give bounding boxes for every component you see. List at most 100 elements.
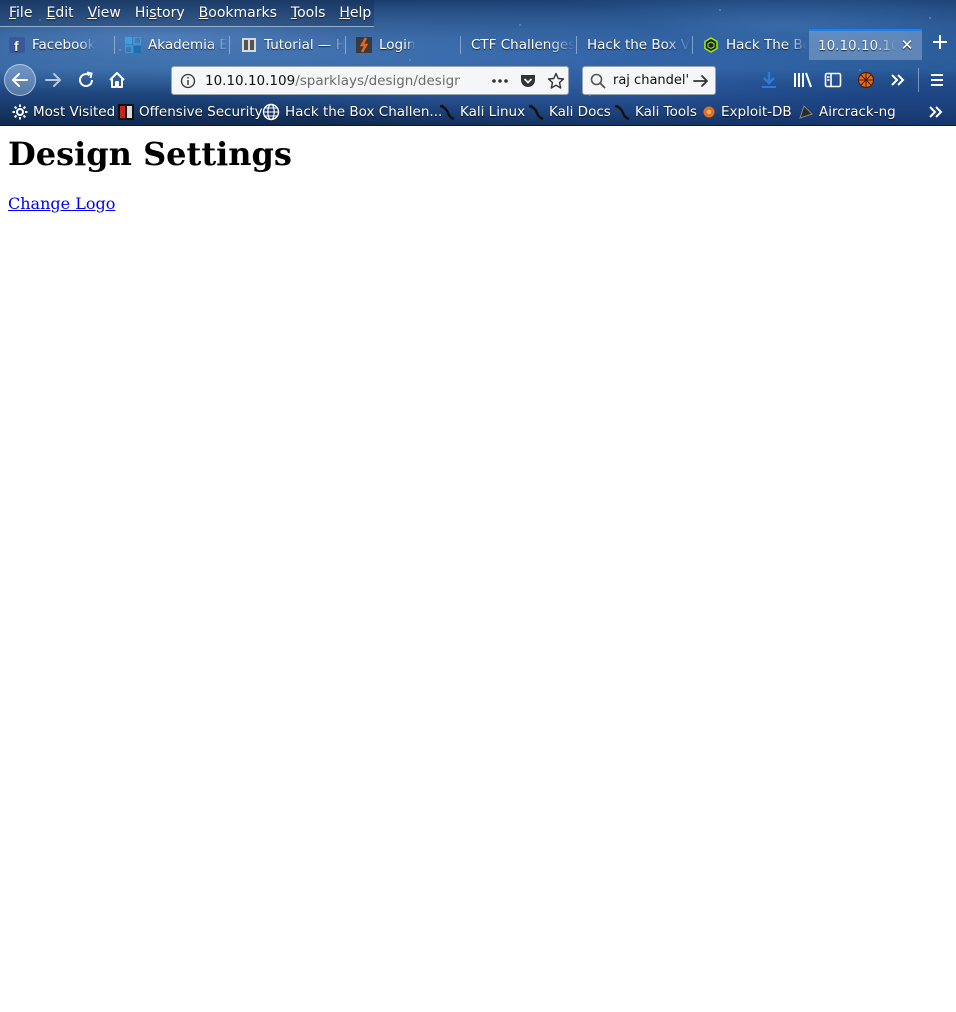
svg-text:f: f [14, 38, 19, 53]
tab-divider [229, 36, 230, 54]
bookmark-kali-docs[interactable]: Kali Docs [528, 102, 611, 122]
navigation-toolbar: 10.10.10.109/sparklays/design/design.ht … [0, 62, 956, 98]
tab-divider [345, 36, 346, 54]
tab-divider [692, 36, 693, 54]
bookmark-label: Hack the Box Challen... [285, 104, 443, 120]
page-actions-icon[interactable] [491, 73, 509, 93]
menu-view[interactable]: View [81, 5, 128, 21]
tab-hack-the-box[interactable]: Hack The Bo [694, 29, 807, 60]
bookmark-label: Kali Tools [635, 104, 697, 120]
tab-hack-the-box-v[interactable]: Hack the Box V [578, 29, 692, 60]
url-path: /sparklays/design/design.ht [295, 73, 460, 89]
bookmark-offensive-security[interactable]: Offensive Security [118, 102, 263, 122]
reload-icon [79, 71, 94, 88]
toolbar-divider [918, 68, 919, 92]
tab-tutorial[interactable]: Tutorial — H [232, 29, 345, 60]
login-site-icon [356, 36, 372, 53]
bookmark-hack-the-box-challenges[interactable]: Hack the Box Challen... [262, 102, 442, 122]
url-text[interactable]: 10.10.10.109/sparklays/design/design.ht [205, 73, 460, 89]
tab-strip: f Facebook Akademia E Tutorial — H Login [0, 29, 956, 60]
extension-icon [857, 71, 875, 89]
akademia-icon [124, 35, 142, 54]
tab-label: Hack the Box V [587, 36, 691, 53]
browser-chrome: File Edit View History Bookmarks Tools H… [0, 0, 956, 126]
gear-icon [12, 104, 28, 120]
back-button[interactable] [4, 64, 36, 96]
tab-current-page[interactable]: 10.10.10.10 ✕ [809, 29, 922, 60]
main-menu-button[interactable] [922, 65, 952, 95]
search-icon [590, 73, 606, 93]
bookmark-aircrack-ng[interactable]: Aircrack-ng [798, 102, 896, 122]
menu-history[interactable]: History [128, 5, 192, 21]
chevron-double-right-icon [891, 74, 905, 86]
tab-label: Hack The Bo [726, 36, 807, 53]
exploit-db-icon [703, 106, 715, 118]
aircrack-icon [799, 105, 813, 119]
tab-label: CTF Challenges [471, 36, 576, 53]
address-bar[interactable]: 10.10.10.109/sparklays/design/design.ht [171, 66, 569, 95]
tab-label: 10.10.10.10 [818, 37, 896, 54]
tab-label: Login [379, 36, 416, 53]
new-tab-button[interactable] [928, 31, 952, 57]
tab-akademia[interactable]: Akademia E [116, 29, 229, 60]
plus-icon [933, 35, 947, 49]
menu-file[interactable]: File [2, 5, 39, 21]
kali-dragon-icon [439, 104, 455, 120]
tab-divider [114, 36, 115, 54]
arrow-left-icon [12, 73, 28, 87]
book-icon [241, 37, 257, 53]
bookmark-kali-linux[interactable]: Kali Linux [439, 102, 525, 122]
bookmark-label: Kali Docs [549, 104, 611, 120]
bookmark-most-visited[interactable]: Most Visited [12, 102, 115, 122]
bookmark-exploit-db[interactable]: Exploit-DB [702, 102, 792, 122]
tab-divider [576, 36, 577, 54]
menu-help[interactable]: Help [332, 5, 378, 21]
search-go-icon[interactable] [693, 73, 709, 93]
search-input[interactable]: raj chandel's [613, 73, 689, 88]
close-tab-icon[interactable]: ✕ [900, 38, 914, 53]
globe-icon [262, 103, 280, 121]
change-logo-link[interactable]: Change Logo [8, 194, 115, 213]
forward-button[interactable] [38, 65, 68, 95]
info-icon[interactable] [180, 73, 196, 93]
page-content: Design Settings Change Logo [0, 127, 956, 1012]
bookmark-label: Offensive Security [139, 104, 263, 120]
sidebar-icon [824, 72, 842, 88]
library-icon [794, 72, 812, 88]
page-title: Design Settings [8, 135, 292, 173]
bookmark-kali-tools[interactable]: Kali Tools [614, 102, 697, 122]
menu-bookmarks[interactable]: Bookmarks [192, 5, 284, 21]
bookmark-star-icon[interactable] [547, 72, 565, 94]
tab-divider [460, 36, 461, 54]
home-button[interactable] [102, 65, 132, 95]
url-host: 10.10.10.109 [205, 73, 296, 89]
downloads-button[interactable] [754, 65, 784, 95]
menu-tools[interactable]: Tools [284, 5, 333, 21]
tab-label: Tutorial — H [264, 36, 345, 53]
pocket-icon[interactable] [520, 73, 536, 93]
overflow-menu-button[interactable] [883, 65, 913, 95]
tab-login[interactable]: Login [347, 29, 460, 60]
extension-button[interactable] [851, 65, 881, 95]
kali-dragon-icon [614, 104, 630, 120]
sidebar-button[interactable] [818, 65, 848, 95]
bookmark-label: Aircrack-ng [819, 104, 896, 120]
offensive-security-icon [118, 104, 134, 120]
library-button[interactable] [788, 65, 818, 95]
bookmark-label: Kali Linux [460, 104, 526, 120]
hamburger-menu-icon [931, 74, 943, 86]
tab-label: Facebook [32, 36, 96, 53]
bookmarks-toolbar: Most Visited Offensive Security Hack the… [0, 100, 956, 124]
search-bar[interactable]: raj chandel's [582, 66, 716, 95]
bookmarks-overflow-button[interactable] [928, 102, 944, 122]
download-icon [762, 72, 776, 88]
reload-button[interactable] [71, 65, 101, 95]
menu-bar: File Edit View History Bookmarks Tools H… [0, 0, 374, 27]
facebook-icon: f [9, 36, 25, 54]
chevron-double-right-icon [929, 106, 943, 118]
tab-facebook[interactable]: f Facebook [0, 29, 114, 60]
hack-the-box-icon [703, 36, 719, 53]
tab-ctf-challenges[interactable]: CTF Challenges [462, 29, 576, 60]
bookmark-label: Exploit-DB [721, 104, 792, 120]
menu-edit[interactable]: Edit [39, 5, 80, 21]
